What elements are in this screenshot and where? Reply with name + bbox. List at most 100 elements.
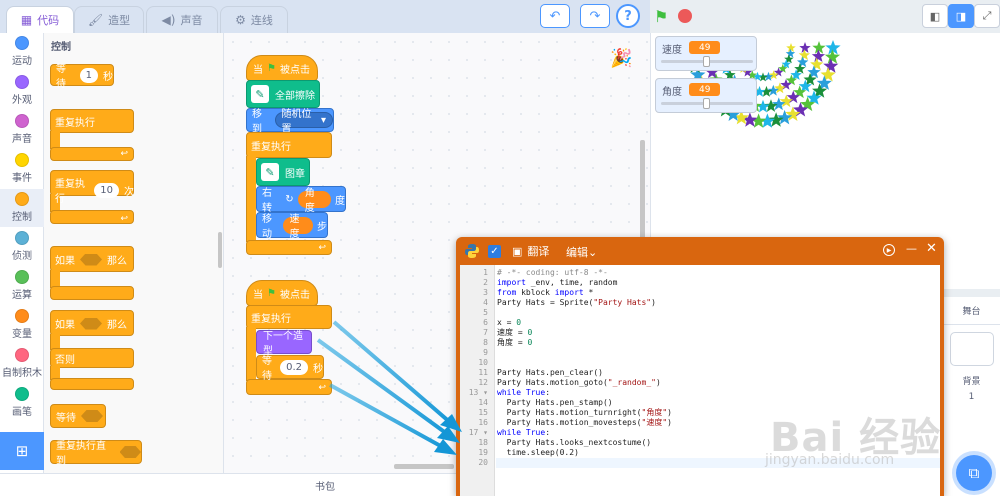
when-flag-clicked-block-2[interactable]: 当 ⚑ 被点击 xyxy=(246,280,318,306)
speed-reporter[interactable]: 速度 xyxy=(282,214,313,240)
repeat-input[interactable]: 10 xyxy=(94,182,119,198)
tab-code[interactable]: ▦ 代码 xyxy=(6,6,74,33)
pen-stamp-block[interactable]: ✎ 图章 xyxy=(256,158,310,186)
normal-stage-icon: ◨ xyxy=(955,9,967,23)
fullscreen-button[interactable]: ⤢ xyxy=(974,4,1000,28)
condition-slot[interactable] xyxy=(80,253,102,266)
category-label: 事件 xyxy=(12,173,32,184)
forever-block[interactable]: 重复执行 ↩ xyxy=(50,109,134,161)
category-label: 自制积木 xyxy=(2,368,42,379)
line-number: 15 xyxy=(478,408,488,417)
translate-button[interactable]: ▣ 翻译 xyxy=(512,243,549,259)
category-label: 侦测 xyxy=(12,251,32,262)
condition-slot[interactable] xyxy=(81,410,103,422)
line-number: 5 xyxy=(483,308,488,317)
wait-block[interactable]: 等待 1 秒 xyxy=(50,64,114,90)
code-line: 速度 = 0 xyxy=(497,328,533,337)
line-number: 7 xyxy=(483,328,488,337)
minimize-icon[interactable]: — xyxy=(906,242,917,255)
add-extension-button[interactable]: ⊞ xyxy=(0,432,44,470)
next-costume-block[interactable]: 下一个造型 xyxy=(256,330,312,357)
category-4[interactable]: 控制 xyxy=(0,189,44,227)
undo-button[interactable]: ↶ xyxy=(540,4,570,28)
monitor-slider-thumb[interactable] xyxy=(703,98,711,109)
category-dot-icon xyxy=(15,270,29,284)
image-add-icon: ⧉ xyxy=(968,464,980,482)
category-9[interactable]: 画笔 xyxy=(0,384,44,422)
category-2[interactable]: 声音 xyxy=(0,111,44,149)
stage-thumbnail[interactable] xyxy=(950,332,994,366)
line-number: 12 xyxy=(478,378,488,387)
green-flag-icon: ⚑ xyxy=(267,287,276,299)
edit-menu[interactable]: 编辑⌄ xyxy=(566,244,597,260)
loop-arrow-icon: ↩ xyxy=(318,383,326,393)
stage-label: 舞台 xyxy=(943,297,1000,325)
category-7[interactable]: 变量 xyxy=(0,306,44,344)
line-number: 6 xyxy=(483,318,488,327)
workspace-hscrollbar[interactable] xyxy=(394,464,454,469)
wait-input[interactable]: 1 xyxy=(79,67,98,83)
monitor-angle[interactable]: 角度 49 xyxy=(655,78,757,113)
party-hat-icon: 🎉 xyxy=(610,48,633,69)
small-stage-button[interactable]: ◧ xyxy=(922,4,948,28)
wait-until-block[interactable]: 等待 xyxy=(50,404,106,428)
run-icon[interactable]: ▶ xyxy=(883,244,895,256)
monitor-slider-thumb[interactable] xyxy=(703,56,711,67)
chevron-down-icon: ⌄ xyxy=(588,246,598,259)
tab-sounds[interactable]: ◀) 声音 xyxy=(146,6,218,33)
line-number: 11 xyxy=(478,368,488,377)
green-flag-icon[interactable]: ⚑ xyxy=(654,7,668,26)
code-line: Party Hats.motion_turnright("角度") xyxy=(497,408,672,417)
help-button[interactable]: ? xyxy=(616,4,640,28)
pen-clear-block[interactable]: ✎ 全部擦除 xyxy=(246,80,320,108)
tab-connect[interactable]: ⚙ 连线 xyxy=(220,6,288,33)
small-stage-icon: ◧ xyxy=(929,9,941,23)
palette-scrollbar[interactable] xyxy=(218,232,222,268)
add-backdrop-button[interactable]: ⧉ xyxy=(956,455,992,491)
redo-button[interactable]: ↷ xyxy=(580,4,610,28)
sync-checkbox[interactable]: ✓ xyxy=(488,245,501,258)
normal-stage-button[interactable]: ◨ xyxy=(948,4,974,28)
when-flag-clicked-block[interactable]: 当 ⚑ 被点击 xyxy=(246,55,318,81)
move-steps-block[interactable]: 移动 速度 步 xyxy=(256,212,328,240)
workspace-scrollbar[interactable] xyxy=(640,140,645,250)
code-line: Party Hats.motion_movesteps("速度") xyxy=(497,418,672,427)
category-label: 控制 xyxy=(12,212,32,223)
speaker-icon: ◀) xyxy=(161,13,176,27)
category-8[interactable]: 自制积木 xyxy=(0,345,44,383)
code-line: import _env, time, random xyxy=(497,278,618,287)
code-line: Party Hats.pen_clear() xyxy=(497,368,603,377)
stop-icon[interactable] xyxy=(678,9,692,23)
wait-block-2[interactable]: 等待 0.2 秒 xyxy=(256,355,324,382)
category-0[interactable]: 运动 xyxy=(0,33,44,71)
line-gutter: 1 2 3 4 5 6 7 8 9 10 11 12 13 ▾ 14 15 16 17 ▾ 18 19 20 xyxy=(460,265,495,496)
tab-costumes[interactable]: 🖌 造型 xyxy=(74,6,144,33)
code-line: # -*- coding: utf-8 -*- xyxy=(497,268,608,277)
line-number: 3 xyxy=(483,288,488,297)
angle-reporter[interactable]: 角度 xyxy=(297,188,331,214)
monitor-speed[interactable]: 速度 49 xyxy=(655,36,757,71)
goto-dropdown[interactable]: 随机位置 ▾ xyxy=(274,109,333,135)
pen-icon: ✎ xyxy=(261,163,279,181)
category-5[interactable]: 侦测 xyxy=(0,228,44,266)
category-6[interactable]: 运算 xyxy=(0,267,44,305)
if-then-block[interactable]: 如果 那么 xyxy=(50,246,134,302)
condition-slot[interactable] xyxy=(119,446,141,458)
category-dot-icon xyxy=(15,153,29,167)
repeat-block[interactable]: 重复执行 10 次 ↩ xyxy=(50,170,134,226)
turn-right-block[interactable]: 右转 ↻ 角度 度 xyxy=(256,186,346,214)
category-3[interactable]: 事件 xyxy=(0,150,44,188)
condition-slot[interactable] xyxy=(80,317,102,330)
category-dot-icon xyxy=(15,387,29,401)
goto-block[interactable]: 移到 随机位置 ▾ xyxy=(246,108,334,135)
close-icon[interactable]: ✕ xyxy=(926,241,937,256)
wait-input[interactable]: 0.2 xyxy=(280,359,308,375)
line-number: 14 xyxy=(478,398,488,407)
extension-icon: ⊞ xyxy=(15,442,29,460)
repeat-until-block[interactable]: 重复执行直到 xyxy=(50,440,142,467)
if-else-block[interactable]: 如果 那么 否则 xyxy=(50,310,134,390)
line-number: 2 xyxy=(483,278,488,287)
category-1[interactable]: 外观 xyxy=(0,72,44,110)
line-number: 1 xyxy=(483,268,488,277)
category-dot-icon xyxy=(15,75,29,89)
